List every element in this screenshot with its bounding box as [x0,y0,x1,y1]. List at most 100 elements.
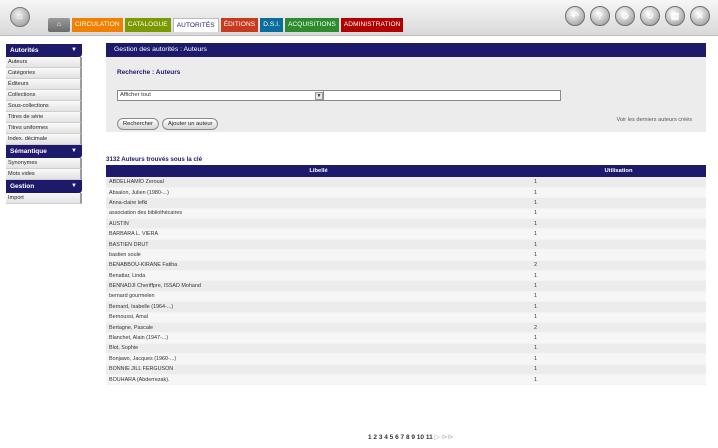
next-page-icon[interactable]: ▷ [435,434,440,441]
sidebar-item[interactable]: Sous-collections [6,101,82,112]
table-row[interactable]: Bernard, Isabelle (1964-...) 1 [106,301,706,313]
tab-administration[interactable]: Administration [340,18,404,32]
table-row[interactable]: bernard gourmelen 1 [106,291,706,303]
sidebar-section-title: Autorités [10,47,39,54]
author-name-cell[interactable]: BOUHARA (Abderrezak). [106,374,531,386]
top-bar: ⌂ ⌂ Circulation Catalogue Autorités Édition… [0,0,718,36]
usage-count-cell: 1 [531,187,706,199]
table-row[interactable]: BOUHARA (Abderrezak). 1 [106,374,706,386]
sidebar-item[interactable]: Collections [6,90,82,101]
print-icon[interactable]: ▤ [665,6,685,26]
usage-count-cell: 1 [531,301,706,313]
table-row[interactable]: BONNIE JILL FERGUSON 1 [106,364,706,375]
table-row[interactable]: BASTIEN DRUT 1 [106,239,706,251]
sidebar-item[interactable]: Éditeurs [6,79,82,90]
author-name-cell[interactable]: BASTIEN DRUT [106,239,531,251]
table-row[interactable]: Bonjawo, Jacques (1960-...) 1 [106,353,706,365]
recent-authors-link[interactable]: Voir les derniers auteurs créés [616,117,692,123]
author-name-cell[interactable]: BARBARA L. VIERA [106,228,531,240]
author-name-cell[interactable]: BENNADJI Cheriffpre, ISSAD Mohand [106,280,531,292]
table-row[interactable]: association des bibliothécaires 1 [106,208,706,220]
sidebar-section-title: Gestion [10,183,35,190]
author-name-cell[interactable]: Blot, Sophie [106,343,531,355]
sidebar-item[interactable]: Index. décimale [6,134,82,145]
author-name-cell[interactable]: AUSTIN [106,218,531,230]
table-row[interactable]: Bernoussi, Amal 1 [106,312,706,323]
author-name-cell[interactable]: Bernard, Isabelle (1964-...) [106,301,531,313]
chevron-down-icon[interactable]: ▼ [71,44,77,57]
column-header-label[interactable]: Libellé [106,165,531,177]
pagination: 1 2 3 4 5 6 7 8 9 10 11 ▷ ⊳⊳ [368,433,453,441]
author-name-cell[interactable]: bernard gourmelen [106,291,531,303]
sidebar-item[interactable]: Mots vides [6,169,82,180]
help-icon[interactable]: ? [590,6,610,26]
table-row[interactable]: Benattar, Linda 1 [106,270,706,282]
table-row[interactable]: bastien soule 1 [106,249,706,261]
table-row[interactable]: AUSTIN 1 [106,218,706,230]
table-row[interactable]: BARBARA L. VIERA 1 [106,228,706,240]
sidebar-item[interactable]: Auteurs [6,57,82,68]
author-name-cell[interactable]: Absalon, Julien (1980-...) [106,187,531,199]
usage-count-cell: 1 [531,332,706,344]
tab-circulation[interactable]: Circulation [72,18,123,32]
back-icon[interactable]: ↶ [565,6,585,26]
tab-d-s-i-[interactable]: D.S.I. [260,18,284,32]
sidebar-item[interactable]: Import [6,193,82,204]
table-row[interactable]: BENNADJI Cheriffpre, ISSAD Mohand 1 [106,280,706,292]
table-row[interactable]: Bertagne, Pascale 2 [106,322,706,334]
chevron-down-icon[interactable]: ▼ [71,180,77,193]
table-row[interactable]: Blanchet, Alain (1947-...) 1 [106,332,706,344]
tab--ditions[interactable]: Éditions [220,18,259,32]
author-name-cell[interactable]: BENABBOU-KIRANE Fatiha [106,260,531,272]
usage-count-cell: 1 [531,239,706,251]
filter-select-value: Afficher tout [120,92,151,98]
chevron-down-icon[interactable]: ▼ [71,145,77,158]
filter-select[interactable]: Afficher tout ▼ [117,90,325,101]
sidebar-section-0[interactable]: Autorités ▼ [6,44,82,57]
menu-toggle-button[interactable]: ⌂ [48,18,70,32]
sidebar-section-1[interactable]: Sémantique ▼ [6,145,82,158]
add-author-button[interactable]: Ajouter un auteur [162,118,219,130]
close-icon[interactable]: ✕ [690,6,710,26]
tab-catalogue[interactable]: Catalogue [124,18,171,32]
page-numbers[interactable]: 1 2 3 4 5 6 7 8 9 10 11 [368,434,433,441]
usage-count-cell: 2 [531,322,706,334]
author-name-cell[interactable]: association des bibliothécaires [106,208,531,220]
author-name-cell[interactable]: Bernoussi, Amal [106,312,531,323]
usage-count-cell: 1 [531,280,706,292]
table-row[interactable]: Absalon, Julien (1980-...) 1 [106,187,706,199]
search-button[interactable]: Rechercher [117,118,159,130]
column-header-usage[interactable]: Utilisation [531,165,706,177]
search-input[interactable] [323,90,561,101]
author-name-cell[interactable]: BONNIE JILL FERGUSON [106,364,531,375]
chevron-down-icon[interactable]: ▼ [315,92,323,100]
tab-autorit-s[interactable]: Autorités [172,18,219,32]
home-icon[interactable]: ⌂ [10,7,30,27]
author-name-cell[interactable]: ABDELHAMID Zeroual [106,177,531,188]
author-name-cell[interactable]: bastien soule [106,249,531,261]
author-name-cell[interactable]: Benattar, Linda [106,270,531,282]
sidebar-item[interactable]: Titres de série [6,112,82,123]
tab-acquisitions[interactable]: Acquisitions [285,18,339,32]
last-page-icon[interactable]: ⊳⊳ [442,434,454,441]
settings-icon[interactable]: ⚙ [615,6,635,26]
author-name-cell[interactable]: Blanchet, Alain (1947-...) [106,332,531,344]
main-content: Gestion des autorités : Auteurs Recherch… [106,43,706,441]
usage-count-cell: 1 [531,218,706,230]
usage-count-cell: 1 [531,177,706,188]
sidebar-item[interactable]: Catégories [6,68,82,79]
usage-count-cell: 1 [531,270,706,282]
table-row[interactable]: Anna-claire lefki 1 [106,197,706,209]
usage-count-cell: 1 [531,343,706,355]
sidebar-section-2[interactable]: Gestion ▼ [6,180,82,193]
author-name-cell[interactable]: Anna-claire lefki [106,197,531,209]
main-tabs: Circulation Catalogue Autorités Éditions D.S… [72,18,404,32]
sidebar-item[interactable]: Titres uniformes [6,123,82,134]
sidebar-item[interactable]: Synonymes [6,158,82,169]
table-row[interactable]: Blot, Sophie 1 [106,343,706,355]
table-row[interactable]: BENABBOU-KIRANE Fatiha 2 [106,260,706,272]
refresh-icon[interactable]: ↻ [640,6,660,26]
table-row[interactable]: ABDELHAMID Zeroual 1 [106,177,706,188]
author-name-cell[interactable]: Bertagne, Pascale [106,322,531,334]
author-name-cell[interactable]: Bonjawo, Jacques (1960-...) [106,353,531,365]
